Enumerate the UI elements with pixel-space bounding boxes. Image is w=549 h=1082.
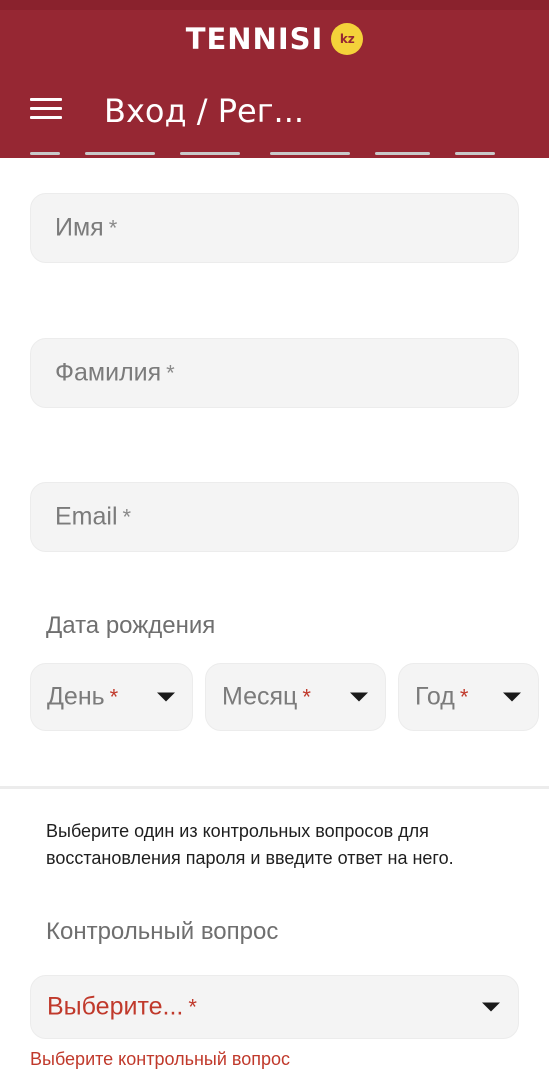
brand-name: TENNISI [185,22,324,56]
caret-down-icon [503,692,521,702]
hamburger-menu-icon[interactable] [30,96,64,122]
required-mark: * [302,684,311,710]
first-name-label: Имя [55,213,104,242]
region-badge: kz [331,23,364,55]
app-header: TENNISI kz Вход / Рег... [0,0,549,158]
security-question-error: Выберите контрольный вопрос [30,1049,291,1069]
month-label: Месяц [222,682,298,711]
security-question-select[interactable]: Выберите... * [30,975,519,1039]
first-name-field[interactable]: Имя * [30,193,519,263]
month-select[interactable]: Месяц * [205,663,386,731]
year-select[interactable]: Год * [398,663,539,731]
required-mark: * [108,215,118,241]
required-mark: * [166,360,175,386]
caret-down-icon [157,692,175,702]
security-question-value: Выберите... [47,992,184,1021]
day-label: День [47,682,105,711]
last-name-field[interactable]: Фамилия * [30,338,519,408]
required-mark: * [459,684,469,710]
caret-down-icon [350,692,368,702]
brand-logo: TENNISI kz [0,22,549,56]
caret-down-icon [482,1002,500,1012]
email-label: Email [55,502,118,531]
security-question-label: Контрольный вопрос [46,918,279,945]
page-title: Вход / Рег... [104,92,305,130]
status-strip [0,0,549,10]
section-divider [0,786,549,789]
security-instruction: Выберите один из контрольных вопросов дл… [46,821,454,868]
required-mark: * [109,684,119,710]
birth-date-label: Дата рождения [46,612,216,639]
required-mark: * [188,994,197,1020]
day-select[interactable]: День * [30,663,193,731]
last-name-label: Фамилия [55,358,162,387]
email-field[interactable]: Email * [30,482,519,552]
clipped-text-line [30,138,510,162]
required-mark: * [122,504,132,530]
year-label: Год [415,682,455,711]
